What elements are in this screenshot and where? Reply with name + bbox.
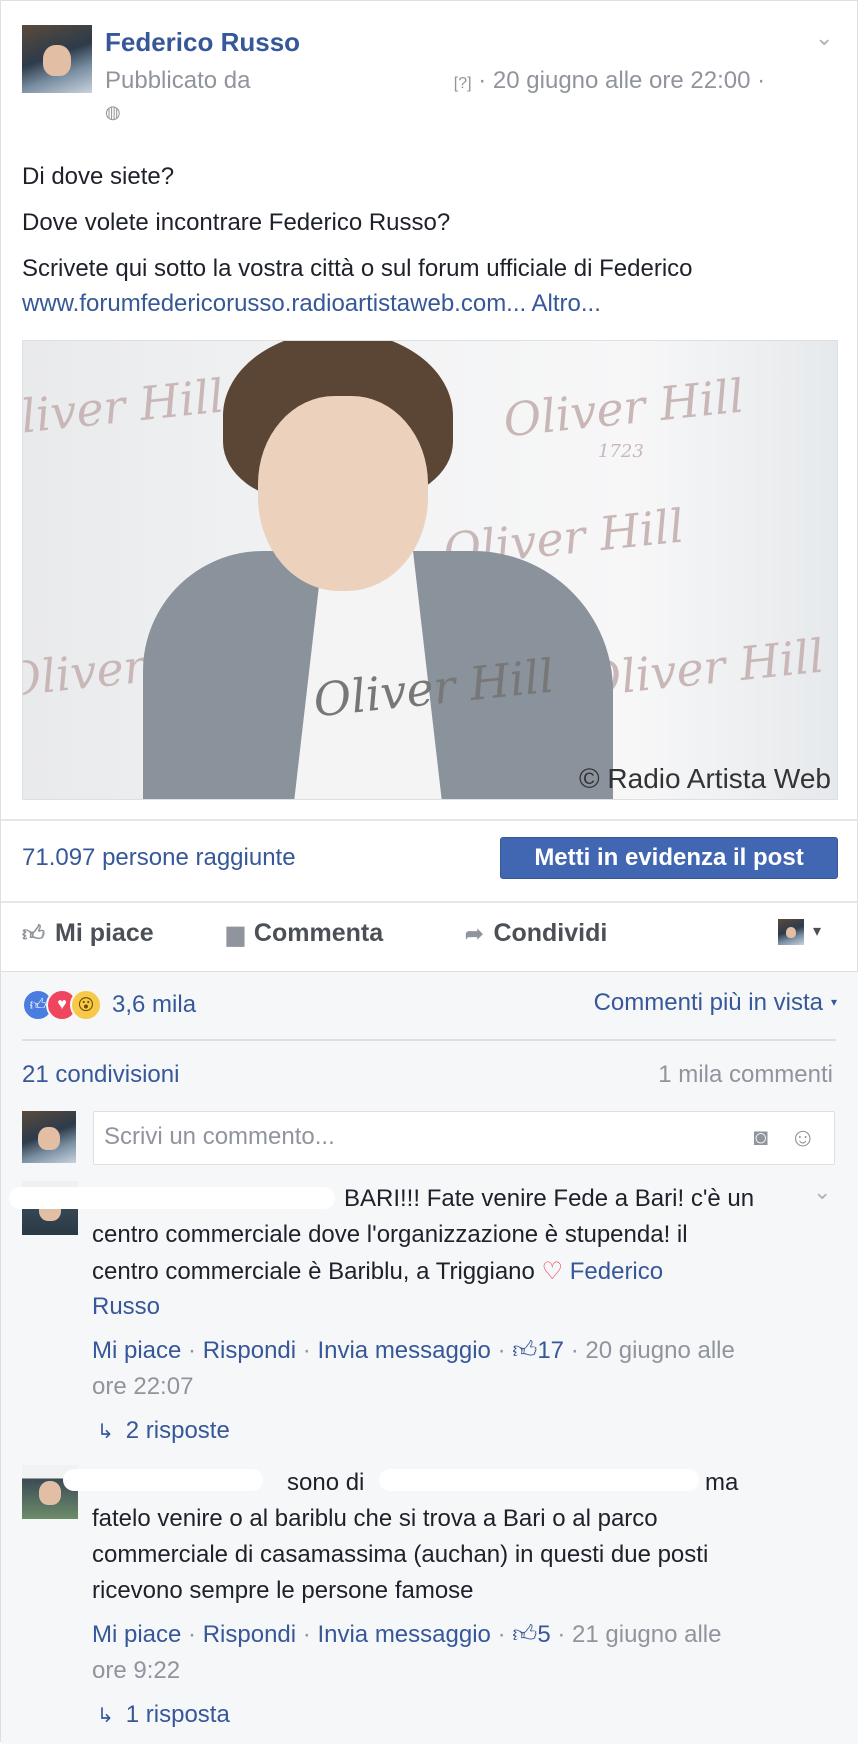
comment-2-line-1a: sono di	[287, 1469, 365, 1496]
comment-reply-link[interactable]: Rispondi	[203, 1337, 296, 1364]
comment-1-line-1: BARI!!! Fate venire Fede a Bari! c'è un	[344, 1185, 755, 1212]
composer-avatar	[22, 1111, 76, 1163]
replies-count: 1 risposta	[125, 1701, 230, 1728]
comment-composer[interactable]: ◙ ☺	[93, 1111, 835, 1165]
comment-sort-dropdown[interactable]: Commenti più in vista	[594, 989, 823, 1017]
divider-reach	[1, 819, 858, 821]
thumbs-up-outline-icon[interactable]: 👍︎	[512, 1621, 537, 1648]
thumbs-up-icon: 👍︎	[22, 921, 45, 946]
comment-1-line-2: centro commerciale dove l'organizzazione…	[92, 1221, 688, 1248]
photo-subject-face	[258, 396, 428, 591]
comment-1-actions: Mi piace · Rispondi · Invia messaggio · …	[92, 1337, 735, 1365]
share-action-label: Condividi	[493, 919, 608, 947]
redacted-publisher	[257, 74, 448, 88]
comment-date[interactable]: · 20 giugno alle	[571, 1337, 735, 1364]
send-message-link[interactable]: Invia messaggio	[317, 1337, 490, 1364]
thumbs-up-outline-icon[interactable]: 👍︎	[512, 1337, 537, 1364]
emoji-icon[interactable]: ☺	[789, 1122, 816, 1153]
comment-2-line-1b: ma	[705, 1469, 739, 1496]
post-date[interactable]: · 20 giugno alle ore 22:00 ·	[472, 67, 765, 94]
like-action-button[interactable]: 👍︎ Mi piace	[22, 919, 154, 948]
watermark-year: 1723	[598, 441, 644, 462]
separator: ·	[302, 1621, 311, 1648]
post-line-1: Di dove siete?	[22, 163, 175, 190]
comment-1-line-3: centro commerciale è Bariblu, a Triggian…	[92, 1257, 663, 1286]
post-photo[interactable]: Oliver Hill 1723 Oliver Hill Oliver Hill…	[22, 340, 838, 800]
reply-arrow-icon: ↳	[97, 1421, 114, 1443]
comment-date[interactable]: · 21 giugno alle	[557, 1621, 721, 1648]
camera-icon[interactable]: ◙	[754, 1124, 769, 1152]
photo-credit: © Radio Artista Web	[579, 763, 831, 794]
author-name[interactable]: Federico Russo	[105, 27, 300, 58]
comment-action-label: Commenta	[253, 919, 384, 947]
comment-1-line-3-text: centro commerciale è Bariblu, a Triggian…	[92, 1258, 535, 1285]
comment-2-line-4: ricevono sempre le persone famose	[92, 1577, 474, 1604]
share-action-button[interactable]: ➦ Condividi	[465, 919, 607, 948]
comment-like-count[interactable]: 5	[537, 1621, 550, 1648]
comment-like-link[interactable]: Mi piace	[92, 1337, 181, 1364]
watermark-text: Oliver Hill	[500, 368, 747, 448]
separator: ·	[497, 1337, 506, 1364]
post-link-line: www.forumfedericorusso.radioartistaweb.c…	[22, 290, 601, 318]
boost-post-button[interactable]: Metti in evidenza il post	[500, 837, 838, 879]
see-more-link[interactable]: Altro...	[532, 290, 601, 317]
comment-reply-link[interactable]: Rispondi	[203, 1621, 296, 1648]
view-replies-link[interactable]: ↳ 2 risposte	[97, 1417, 230, 1445]
help-link[interactable]: [?]	[454, 75, 472, 92]
share-count[interactable]: 21 condivisioni	[22, 1061, 179, 1089]
divider-actions	[1, 901, 858, 903]
globe-icon: ◍	[105, 102, 121, 122]
wow-reaction-icon: 😮︎	[70, 989, 102, 1021]
comment-2-actions: Mi piace · Rispondi · Invia messaggio · …	[92, 1621, 721, 1649]
post-options-chevron-icon[interactable]: ⌄	[815, 25, 833, 51]
view-replies-link-2[interactable]: ↳ 1 risposta	[97, 1701, 230, 1729]
separator: ·	[302, 1337, 311, 1364]
like-action-label: Mi piace	[55, 919, 154, 947]
separator: ·	[497, 1621, 506, 1648]
speech-bubble-icon: ▆	[227, 920, 244, 946]
redacted-commenter-name	[9, 1187, 335, 1209]
separator: ·	[188, 1621, 197, 1648]
redacted-location	[379, 1469, 699, 1491]
comment-action-button[interactable]: ▆ Commenta	[227, 919, 383, 948]
redacted-commenter-name-2	[63, 1469, 263, 1491]
heart-icon: ♡	[541, 1258, 564, 1285]
reactions-summary[interactable]: 👍︎ ♥ 😮︎ 3,6 mila	[22, 989, 196, 1021]
comment-count: 1 mila commenti	[658, 1061, 833, 1088]
replies-count: 2 risposte	[125, 1417, 230, 1444]
comment-2-line-3: commerciale di casamassima (auchan) in q…	[92, 1541, 709, 1568]
published-by-label: Pubblicato da	[105, 67, 251, 94]
comment-like-count[interactable]: 17	[537, 1337, 564, 1364]
comment-like-link[interactable]: Mi piace	[92, 1621, 181, 1648]
comment-options-chevron-icon[interactable]: ⌄	[813, 1179, 831, 1205]
comment-input[interactable]	[94, 1112, 714, 1162]
reaction-count: 3,6 mila	[112, 991, 197, 1018]
mention-tag[interactable]: Federico	[570, 1258, 663, 1285]
post-line-2: Dove volete incontrare Federico Russo?	[22, 209, 451, 236]
mention-tag-cont[interactable]: Russo	[92, 1293, 160, 1321]
comment-1-time[interactable]: ore 22:07	[92, 1373, 193, 1401]
share-arrow-icon: ➦	[465, 920, 484, 946]
post-card: Federico Russo Pubblicato da [?] · 20 gi…	[0, 0, 858, 1744]
watermark-text-3: Oliver Hill	[22, 368, 227, 448]
sort-caret-icon[interactable]: ▾	[831, 995, 837, 1009]
comment-2-time[interactable]: ore 9:22	[92, 1657, 180, 1685]
reply-arrow-icon: ↳	[97, 1705, 114, 1727]
divider-stats	[22, 1039, 836, 1041]
reach-count[interactable]: 71.097 persone raggiunte	[22, 844, 296, 872]
author-avatar[interactable]	[22, 25, 92, 93]
watermark-text-5: Oliver Hill	[580, 628, 827, 708]
forum-link[interactable]: www.forumfedericorusso.radioartistaweb.c…	[22, 290, 526, 317]
separator: ·	[188, 1337, 197, 1364]
identity-caret-icon[interactable]: ▾	[813, 921, 821, 941]
send-message-link[interactable]: Invia messaggio	[317, 1621, 490, 1648]
page-identity-avatar[interactable]	[778, 919, 804, 945]
comment-2-line-2: fatelo venire o al bariblu che si trova …	[92, 1505, 658, 1532]
post-meta: Pubblicato da [?] · 20 giugno alle ore 2…	[105, 67, 765, 95]
post-line-3: Scrivete qui sotto la vostra città o sul…	[22, 255, 693, 282]
